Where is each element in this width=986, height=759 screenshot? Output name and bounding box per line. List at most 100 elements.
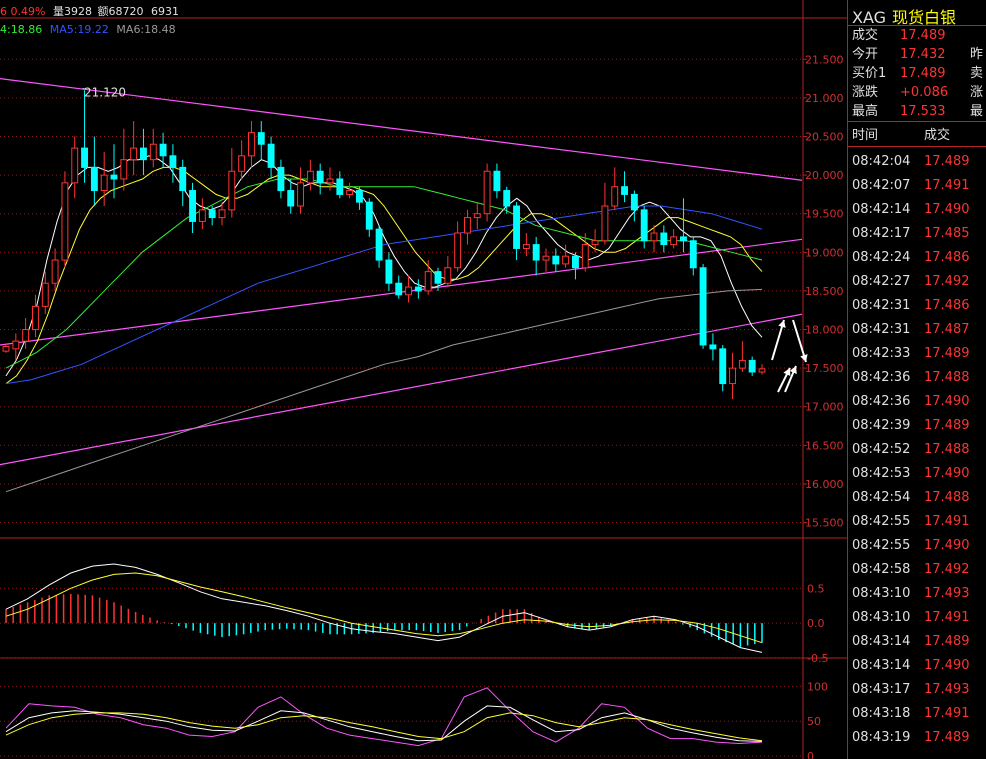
candle-body (306, 170, 314, 184)
candle-body (719, 348, 727, 385)
candle-body (228, 170, 236, 211)
candle-body (414, 286, 422, 292)
y-tick-label: 0.5 (807, 582, 825, 595)
tick-row: 08:42:54 17.488 (852, 486, 986, 510)
candle-body (277, 166, 285, 192)
candle-body (100, 174, 108, 192)
tick-time: 08:42:39 (852, 418, 911, 433)
tick-price: 17.490 (924, 466, 970, 481)
quote-extra: 昨 (970, 47, 984, 62)
tick-price: 17.491 (924, 514, 970, 529)
tick-price: 17.488 (924, 442, 970, 457)
tick-time: 08:42:33 (852, 346, 911, 361)
y-tick-label: 20.500 (805, 131, 844, 144)
tick-row: 08:42:55 17.490 (852, 534, 986, 558)
quote-row: 买价1 17.489 卖 (852, 64, 986, 83)
tick-row: 08:42:27 17.492 (852, 270, 986, 294)
tick-time: 08:43:10 (852, 610, 911, 625)
y-tick-label: -0.5 (807, 652, 828, 665)
candle-body (61, 182, 69, 261)
y-tick-label: 100 (807, 680, 828, 693)
tick-time: 08:43:18 (852, 706, 911, 721)
candle-body (405, 286, 412, 296)
tick-row: 08:42:33 17.489 (852, 342, 986, 366)
quote-extra: 卖 (970, 66, 984, 81)
y-tick-label: 16.000 (805, 478, 844, 491)
candle-body (601, 205, 609, 242)
tick-row: 08:43:14 17.489 (852, 630, 986, 654)
tick-time: 08:42:54 (852, 490, 911, 505)
y-tick-label: 0.0 (807, 617, 825, 630)
y-tick-label: 20.000 (805, 169, 844, 182)
candle-body (630, 193, 638, 211)
candle-body (110, 174, 118, 180)
candle-body (149, 143, 157, 161)
tick-row: 08:42:14 17.490 (852, 198, 986, 222)
candle-body (640, 209, 648, 242)
quote-panel: XAG 现货白银 成交 17.489 今开 17.432 昨买价1 17.489 卖涨跌 +0.… (847, 0, 986, 759)
tick-time: 08:42:17 (852, 226, 911, 241)
quote-value: 17.489 (900, 66, 946, 81)
tick-price: 17.486 (924, 250, 970, 265)
candle-body (748, 359, 756, 373)
candle-body (532, 244, 540, 261)
y-tick-label: 17.500 (805, 362, 844, 375)
ma4-text: 4:18.86 (0, 23, 43, 36)
candle-body (562, 255, 570, 265)
quote-extra: 最 (970, 104, 984, 119)
tick-price: 17.486 (924, 298, 970, 313)
tick-time: 08:42:07 (852, 178, 911, 193)
candle-body (709, 344, 717, 350)
y-tick-label: 18.000 (805, 324, 844, 337)
tick-row: 08:42:04 17.489 (852, 150, 986, 174)
tick-time: 08:42:31 (852, 322, 911, 337)
ticks-header: 时间 成交 (852, 124, 986, 143)
tick-row: 08:43:10 17.491 (852, 606, 986, 630)
tick-row: 08:42:58 17.492 (852, 558, 986, 582)
candle-body (572, 255, 579, 269)
tick-row: 08:43:17 17.493 (852, 678, 986, 702)
tick-price: 17.493 (924, 682, 970, 697)
quote-value: +0.086 (900, 85, 949, 100)
candle-body (297, 182, 304, 207)
chart-area[interactable]: 21.500 21.000 20.500 20.000 19.500 19.000 18.5… (0, 0, 847, 759)
tick-time: 08:42:31 (852, 298, 911, 313)
ticks-header-time: 时间 (852, 128, 879, 143)
candle-body (424, 271, 432, 292)
tick-price: 17.489 (924, 418, 970, 433)
candle-body (248, 132, 255, 157)
extra-text: 6931 (150, 5, 179, 18)
candle-body (22, 329, 30, 342)
tick-time: 08:43:14 (852, 658, 911, 673)
candle-body (336, 178, 344, 195)
quote-label: 最高 (852, 104, 879, 119)
candle-body (522, 244, 530, 249)
candle-body (12, 340, 20, 350)
candle-body (140, 147, 147, 161)
y-tick-label: 21.000 (805, 92, 844, 105)
top-stats: 6 0.49% 量3928 额68720 6931 (0, 3, 179, 19)
candle-body (513, 205, 520, 249)
tick-time: 08:43:19 (852, 730, 911, 745)
tick-time: 08:43:10 (852, 586, 911, 601)
tick-price: 17.492 (924, 274, 970, 289)
candle-body (660, 232, 668, 246)
ma6-text: MA6:18.48 (116, 23, 176, 36)
tick-time: 08:42:36 (852, 370, 911, 385)
tick-price: 17.492 (924, 562, 970, 577)
candle-body (218, 209, 226, 219)
quote-label: 涨跌 (852, 85, 879, 100)
tick-price: 17.491 (924, 178, 970, 193)
candle-body (316, 170, 324, 184)
ticks-header-price: 成交 (924, 128, 951, 143)
tick-row: 08:42:31 17.487 (852, 318, 986, 342)
candle-body (130, 147, 138, 161)
candle-body (473, 213, 481, 219)
quote-row: 涨跌 +0.086 涨 (852, 83, 986, 102)
candle-body (699, 267, 707, 346)
change-text: 6 0.49% (0, 5, 46, 18)
candle-body (552, 255, 560, 265)
quote-label: 今开 (852, 47, 879, 62)
candle-body (591, 240, 599, 246)
candle-body (169, 155, 177, 168)
